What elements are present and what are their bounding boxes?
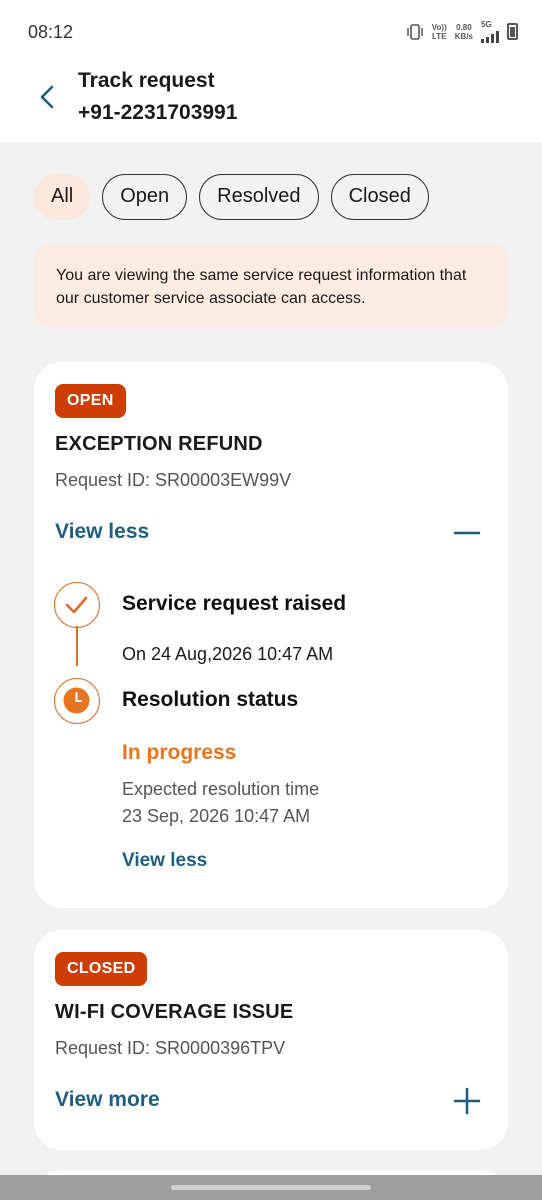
home-gesture-handle[interactable] — [171, 1185, 371, 1190]
status-time: 08:12 — [28, 22, 74, 42]
vibrate-icon — [407, 23, 423, 40]
info-notice: You are viewing the same service request… — [34, 244, 508, 328]
step-date: On 24 Aug,2026 10:47 AM — [122, 644, 334, 664]
network-type: 5G — [481, 20, 492, 29]
filter-closed[interactable]: Closed — [330, 174, 429, 220]
step-title: Resolution status — [122, 688, 299, 711]
minus-icon[interactable] — [452, 518, 482, 548]
signal-icon — [481, 29, 499, 43]
back-button[interactable] — [34, 82, 62, 112]
request-card: OPEN EXCEPTION REFUND Request ID: SR0000… — [34, 362, 508, 908]
view-less-button[interactable]: View less — [55, 520, 149, 544]
status-bar: 08:12 Vo)) LTE 0.80 KB/s 5G — [0, 0, 542, 62]
status-icons: Vo)) LTE 0.80 KB/s 5G — [406, 20, 518, 43]
filter-all[interactable]: All — [34, 174, 91, 220]
check-icon — [65, 596, 88, 614]
volte-indicator: Vo)) LTE — [431, 22, 447, 41]
status-badge: OPEN — [55, 384, 126, 418]
filter-resolved[interactable]: Resolved — [199, 174, 319, 220]
phone-number: +91-2231703991 — [78, 101, 238, 124]
request-title: EXCEPTION REFUND — [55, 433, 263, 455]
timeline-connector — [76, 626, 78, 666]
filter-chips: All Open Resolved Closed — [34, 174, 429, 220]
app-header: Track request +91-2231703991 — [0, 62, 542, 142]
expected-time-value: 23 Sep, 2026 10:47 AM — [122, 806, 311, 826]
resolution-status: In progress — [122, 741, 237, 764]
page-title: Track request — [78, 69, 215, 92]
request-id: Request ID: SR0000396TPV — [55, 1038, 286, 1058]
request-id: Request ID: SR00003EW99V — [55, 470, 292, 490]
filter-open[interactable]: Open — [102, 174, 188, 220]
system-nav-bar — [0, 1175, 542, 1200]
expected-time-label: Expected resolution time — [122, 779, 320, 799]
request-title: WI-FI COVERAGE ISSUE — [55, 1001, 294, 1023]
status-badge: CLOSED — [55, 952, 148, 986]
step-progress-icon — [54, 678, 100, 724]
view-less-link[interactable]: View less — [122, 850, 207, 872]
network-speed: 0.80 KB/s — [454, 22, 473, 41]
step-complete-icon — [54, 582, 100, 628]
clock-icon — [63, 687, 90, 714]
request-card: CLOSED WI-FI COVERAGE ISSUE Request ID: … — [34, 930, 508, 1150]
chevron-left-icon — [40, 85, 54, 109]
view-more-button[interactable]: View more — [55, 1088, 160, 1112]
battery-icon — [507, 23, 518, 40]
plus-icon[interactable] — [452, 1086, 482, 1116]
signal-group: 5G — [481, 20, 499, 43]
step-title: Service request raised — [122, 592, 347, 615]
